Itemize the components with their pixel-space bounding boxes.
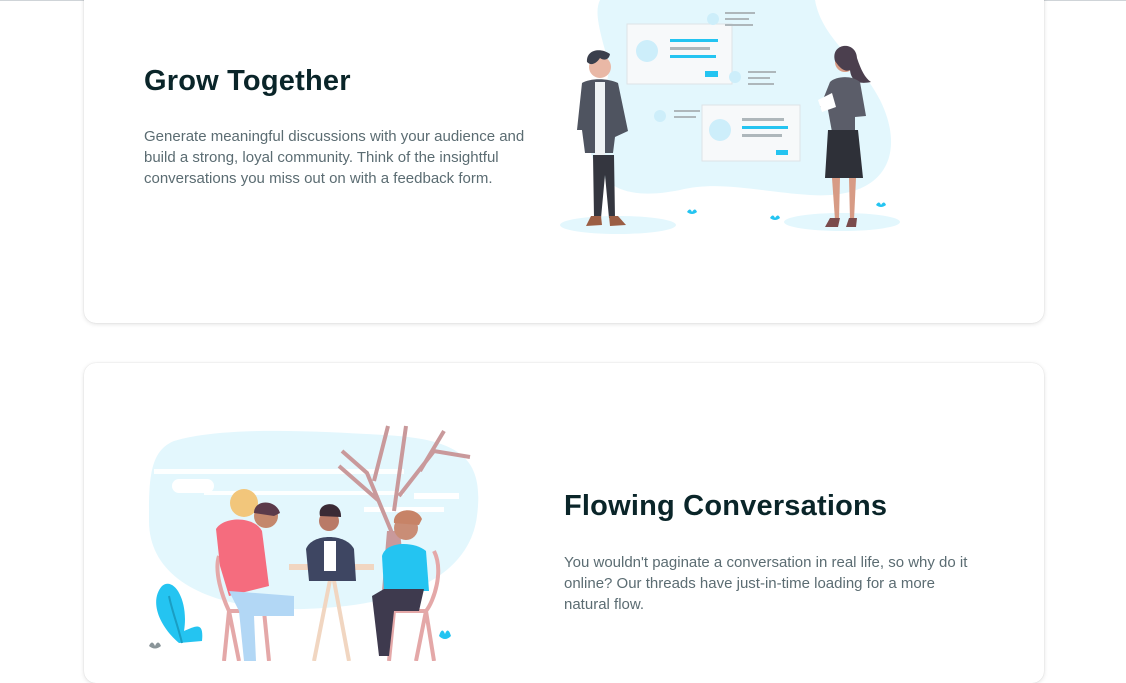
section-description: You wouldn't paginate a conversation in … [564, 554, 968, 613]
feature-card-grow-together: Grow Together Generate meaningful discus… [84, 0, 1044, 323]
section-title: Flowing Conversations [564, 490, 888, 522]
people-at-table-illustration [149, 425, 479, 661]
section-description: Generate meaningful discussions with you… [144, 128, 525, 187]
section-title: Grow Together [144, 65, 351, 97]
feature-card-flowing-conversations: Flowing Conversations You wouldn't pagin… [84, 363, 1044, 683]
people-chatting-illustration [560, 0, 900, 234]
